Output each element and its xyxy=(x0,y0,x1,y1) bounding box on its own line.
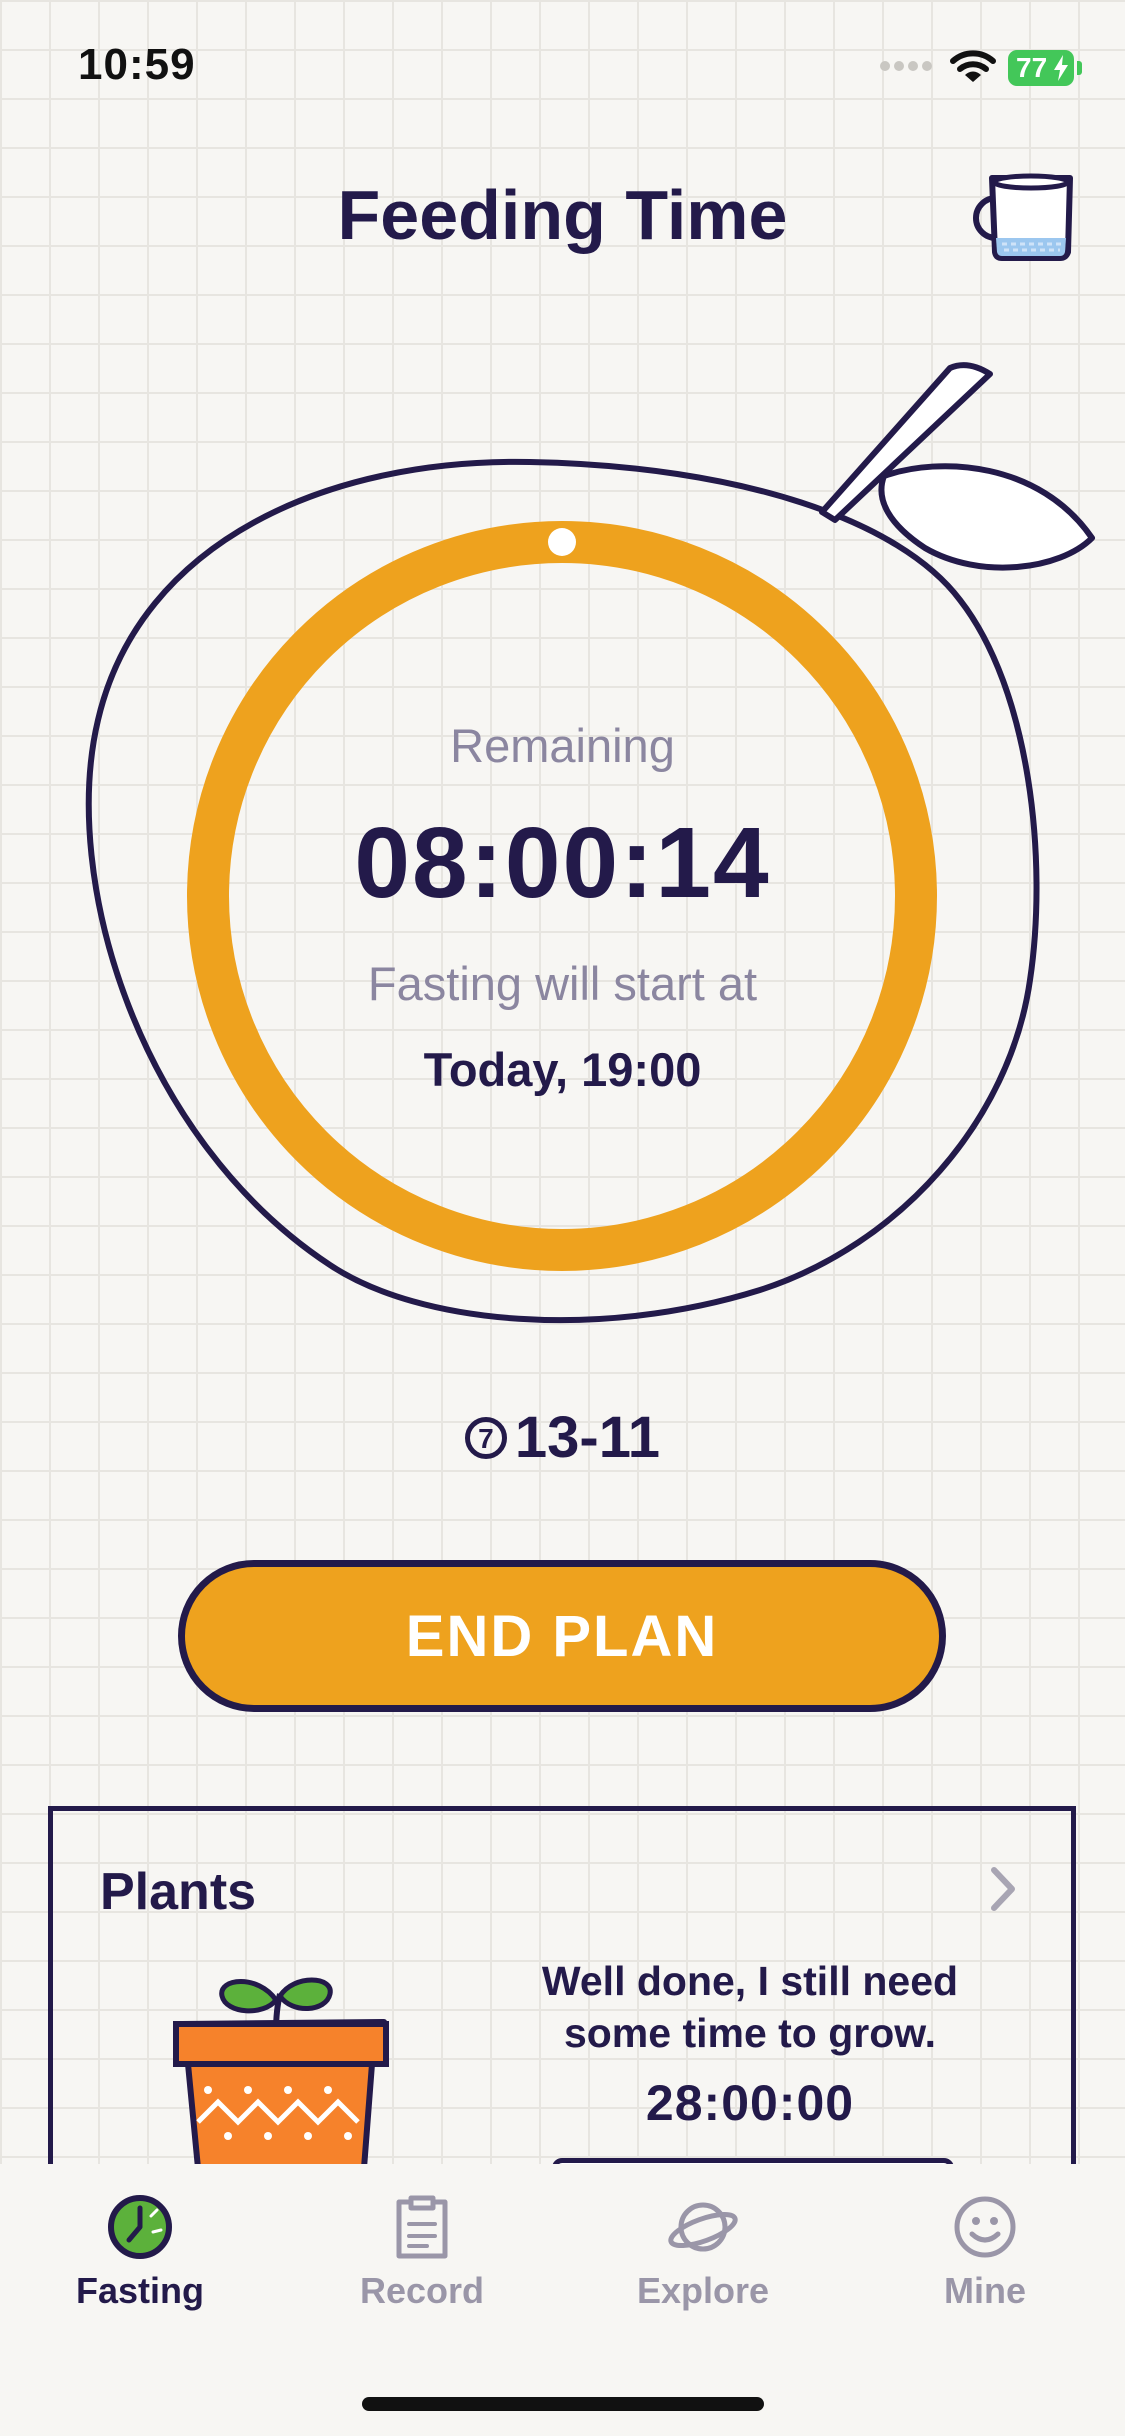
battery-tip xyxy=(1077,61,1082,75)
planet-icon xyxy=(668,2202,738,2252)
plants-message: Well done, I still need some time to gro… xyxy=(541,1958,959,2056)
countdown-timer: 08:00:14 xyxy=(354,807,771,919)
plan-selector[interactable]: 7 13-11 xyxy=(0,1404,1125,1471)
clipboard-icon xyxy=(396,2195,448,2259)
tab-fasting[interactable]: Fasting xyxy=(25,2194,255,2312)
tab-explore[interactable]: Explore xyxy=(588,2194,818,2312)
signal-icon xyxy=(880,61,932,71)
clock-icon xyxy=(108,2195,172,2259)
home-indicator xyxy=(362,2397,764,2411)
plan-name: 13-11 xyxy=(514,1405,661,1470)
plants-growth-time: 28:00:00 xyxy=(645,2075,855,2131)
fasting-start-time[interactable]: Today, 19:00 xyxy=(0,1042,1125,1097)
tab-mine-label: Mine xyxy=(943,2270,1026,2311)
plan-number-icon: 7 xyxy=(464,1416,507,1459)
tab-record-label: Record xyxy=(359,2270,485,2311)
plants-title: Plants xyxy=(100,1863,257,1921)
tab-mine[interactable]: Mine xyxy=(870,2194,1100,2312)
tab-explore-label: Explore xyxy=(636,2270,770,2311)
chevron-right-icon[interactable] xyxy=(988,1866,1018,1912)
wifi-icon xyxy=(950,50,996,82)
tab-record[interactable]: Record xyxy=(307,2194,537,2312)
tab-fasting-label: Fasting xyxy=(75,2270,204,2311)
status-time: 10:59 xyxy=(78,40,196,89)
progress-ring-marker xyxy=(548,528,576,556)
end-plan-button[interactable]: END PLAN xyxy=(178,1560,946,1712)
water-cup-icon[interactable] xyxy=(962,168,1082,264)
charging-bolt-icon xyxy=(1054,55,1068,81)
battery-level: 77 xyxy=(1016,52,1048,83)
remaining-label: Remaining xyxy=(450,719,675,772)
fasting-start-label: Fasting will start at xyxy=(367,957,758,1010)
plant-pot-illustration xyxy=(173,1977,389,2168)
battery-indicator: 77 xyxy=(1008,50,1074,86)
page-title: Feeding Time xyxy=(337,176,788,254)
smiley-icon xyxy=(954,2196,1016,2258)
